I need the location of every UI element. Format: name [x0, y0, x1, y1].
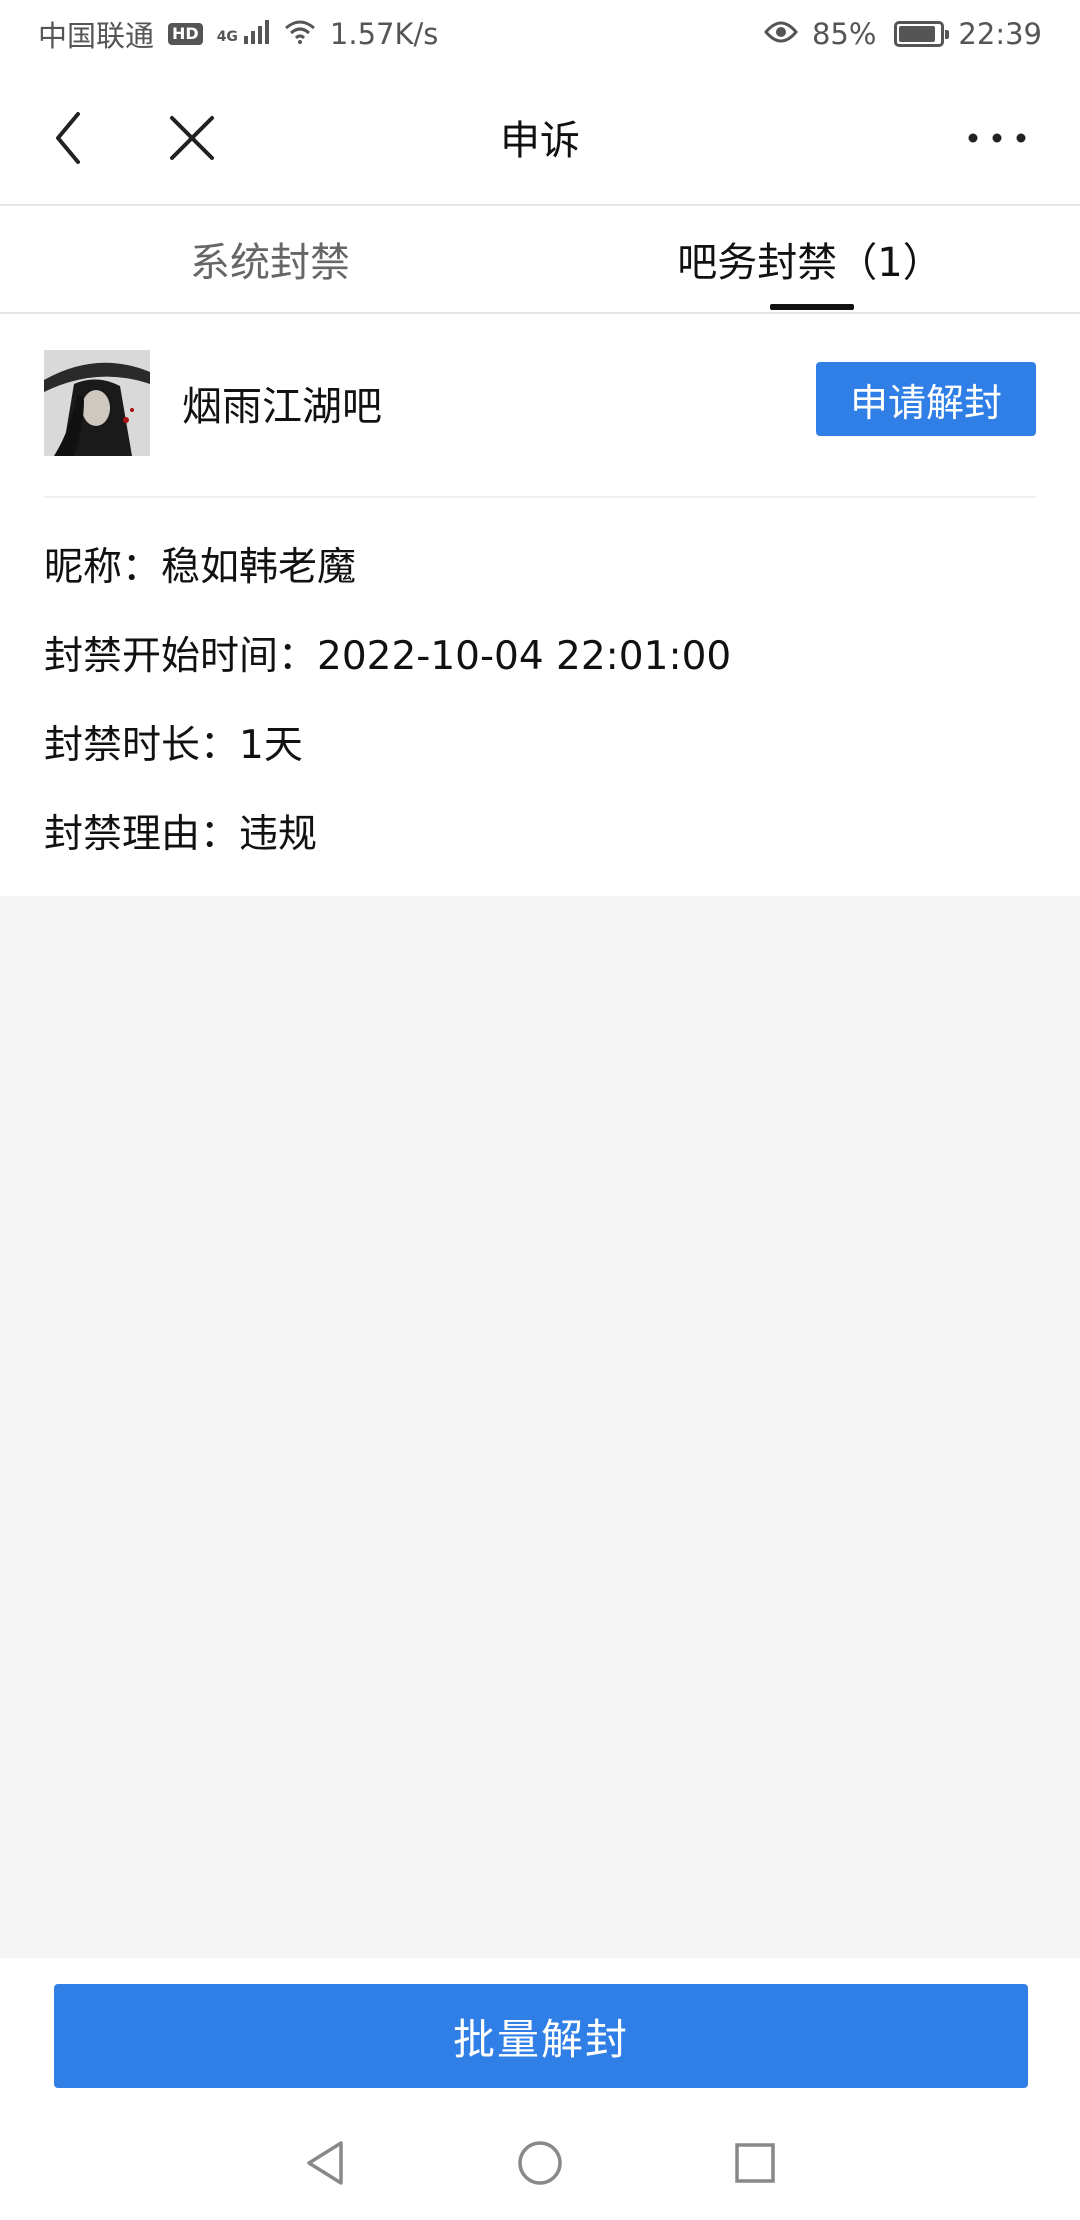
system-home-button[interactable]: [505, 2128, 575, 2198]
battery-percent: 85%: [811, 17, 877, 51]
close-icon: [170, 116, 214, 160]
status-left: 中国联通 HD 4G 1.57K/s: [38, 13, 438, 55]
apply-unban-button[interactable]: 申请解封: [816, 362, 1036, 436]
network-speed: 1.57K/s: [329, 17, 439, 51]
ban-duration-text: 封禁时长：1天: [44, 723, 303, 768]
ban-start-time-text: 封禁开始时间：2022-10-04 22:01:00: [44, 634, 732, 679]
more-button[interactable]: [942, 98, 1052, 178]
tab-bar: 系统封禁 吧务封禁（1）: [0, 206, 1080, 314]
status-bar: 中国联通 HD 4G 1.57K/s 85% 22:39: [0, 0, 1080, 68]
close-button[interactable]: [152, 98, 232, 178]
tab-forum-ban[interactable]: 吧务封禁（1）: [540, 206, 1080, 312]
divider: [44, 496, 1036, 498]
network-type: 4G: [216, 29, 238, 45]
tab-system-ban[interactable]: 系统封禁: [0, 206, 540, 312]
hd-icon: HD: [168, 23, 203, 45]
navigation-bar: 申诉: [0, 68, 1080, 206]
wifi-icon: [284, 17, 316, 51]
triangle-back-icon: [307, 2141, 343, 2185]
forum-avatar[interactable]: [44, 350, 150, 456]
clock: 22:39: [958, 17, 1042, 51]
forum-avatar-image: [44, 350, 150, 456]
ban-record-card: 烟雨江湖吧 申请解封 昵称：稳如韩老魔 封禁开始时间：2022-10-04 22…: [0, 314, 1080, 896]
system-back-button[interactable]: [290, 2128, 360, 2198]
forum-name[interactable]: 烟雨江湖吧: [182, 350, 382, 456]
back-button[interactable]: [28, 98, 108, 178]
forum-row: 烟雨江湖吧 申请解封: [44, 350, 1036, 456]
chevron-left-icon: [56, 112, 80, 164]
nickname-text: 昵称：稳如韩老魔: [44, 545, 357, 590]
ban-reason-text: 封禁理由：违规: [44, 812, 318, 857]
bottom-action-area: 批量解封: [0, 1958, 1080, 2220]
circle-home-icon: [518, 2141, 562, 2185]
batch-unban-button[interactable]: 批量解封: [54, 1984, 1028, 2088]
more-dots-icon: [968, 133, 1026, 143]
eye-icon: [763, 17, 798, 51]
carrier-name: 中国联通: [38, 19, 155, 53]
signal-icon: [243, 17, 270, 51]
battery-icon: [894, 21, 950, 47]
system-navigation-bar: [0, 2108, 1080, 2220]
status-right: 85% 22:39: [763, 17, 1042, 51]
system-recents-button[interactable]: [720, 2128, 790, 2198]
active-tab-indicator: [770, 304, 854, 310]
square-recents-icon: [735, 2143, 775, 2183]
